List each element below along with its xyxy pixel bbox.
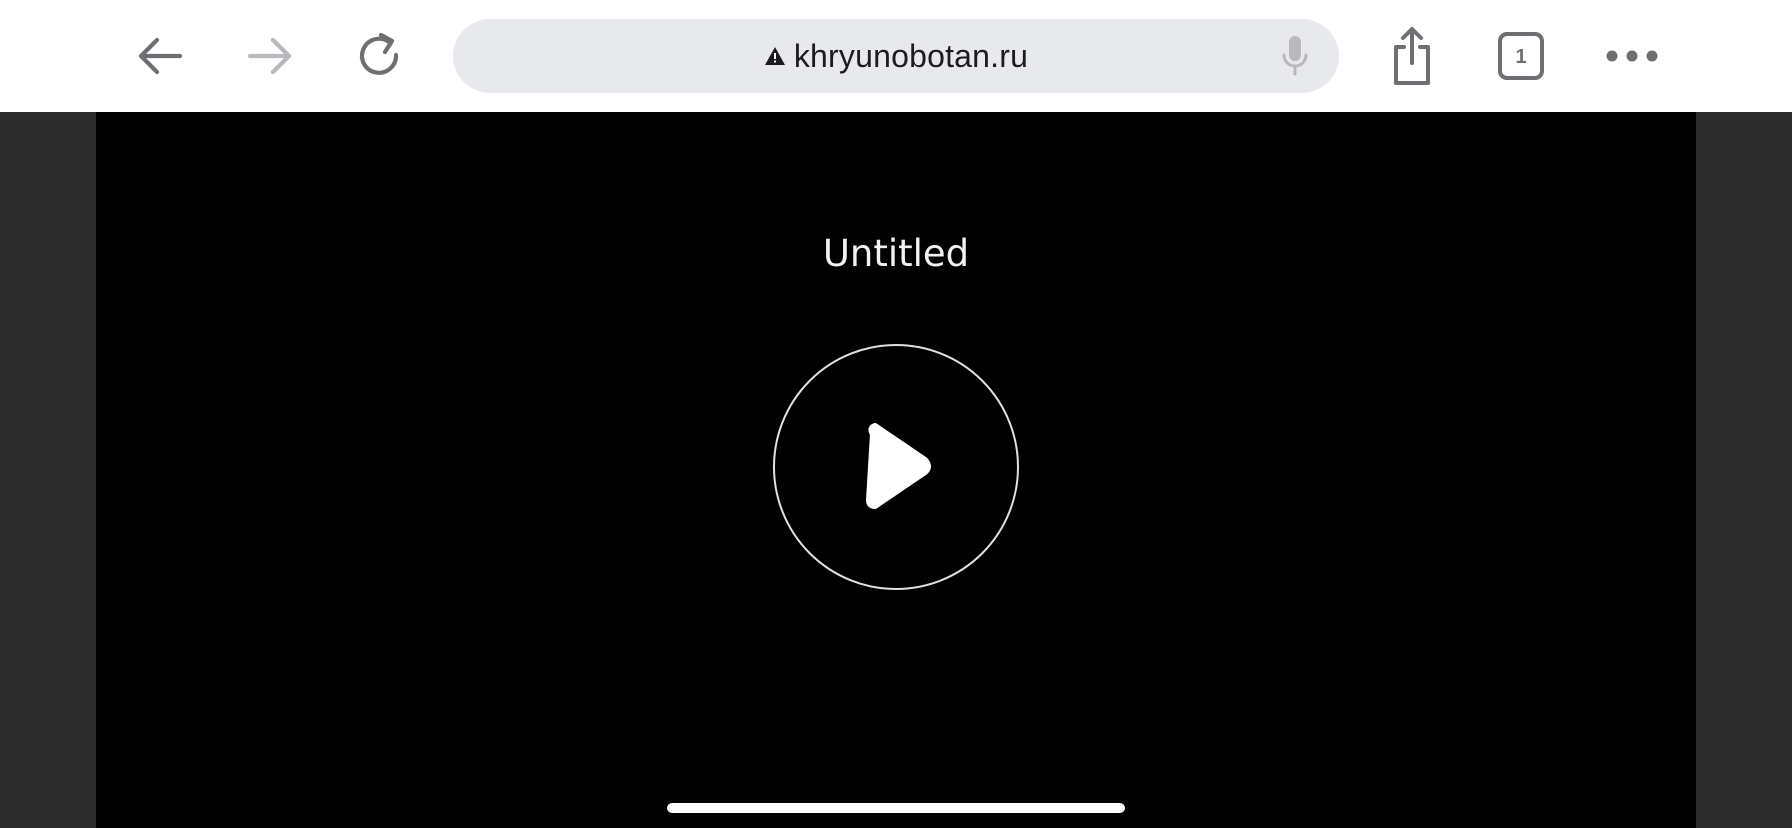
more-button[interactable] <box>1596 20 1668 92</box>
address-bar[interactable]: khryunobotan.ru <box>453 19 1339 93</box>
microphone-button[interactable] <box>1273 33 1317 79</box>
reload-button[interactable] <box>344 20 416 92</box>
url-text: khryunobotan.ru <box>793 37 1029 74</box>
forward-button[interactable] <box>234 20 306 92</box>
warning-triangle-icon <box>764 47 785 65</box>
video-player[interactable]: Untitled <box>96 112 1696 828</box>
share-icon <box>1394 27 1430 85</box>
back-button[interactable] <box>124 20 196 92</box>
arrow-right-icon <box>247 37 292 75</box>
video-title: Untitled <box>822 232 970 275</box>
tabs-icon: 1 <box>1498 32 1544 80</box>
microphone-icon <box>1282 36 1308 76</box>
reload-icon <box>359 32 399 75</box>
arrow-left-icon <box>138 37 183 75</box>
ellipsis-icon <box>1606 50 1658 62</box>
url-display: khryunobotan.ru <box>764 38 1028 75</box>
page-margin-right <box>1696 112 1792 828</box>
tabs-button[interactable]: 1 <box>1485 20 1557 92</box>
tab-count: 1 <box>1515 46 1526 68</box>
home-indicator[interactable] <box>667 803 1125 813</box>
play-button[interactable] <box>773 344 1019 590</box>
page-margin-left <box>0 112 96 828</box>
play-icon <box>773 344 1019 590</box>
share-button[interactable] <box>1376 20 1448 92</box>
browser-toolbar: khryunobotan.ru 1 <box>0 0 1792 112</box>
